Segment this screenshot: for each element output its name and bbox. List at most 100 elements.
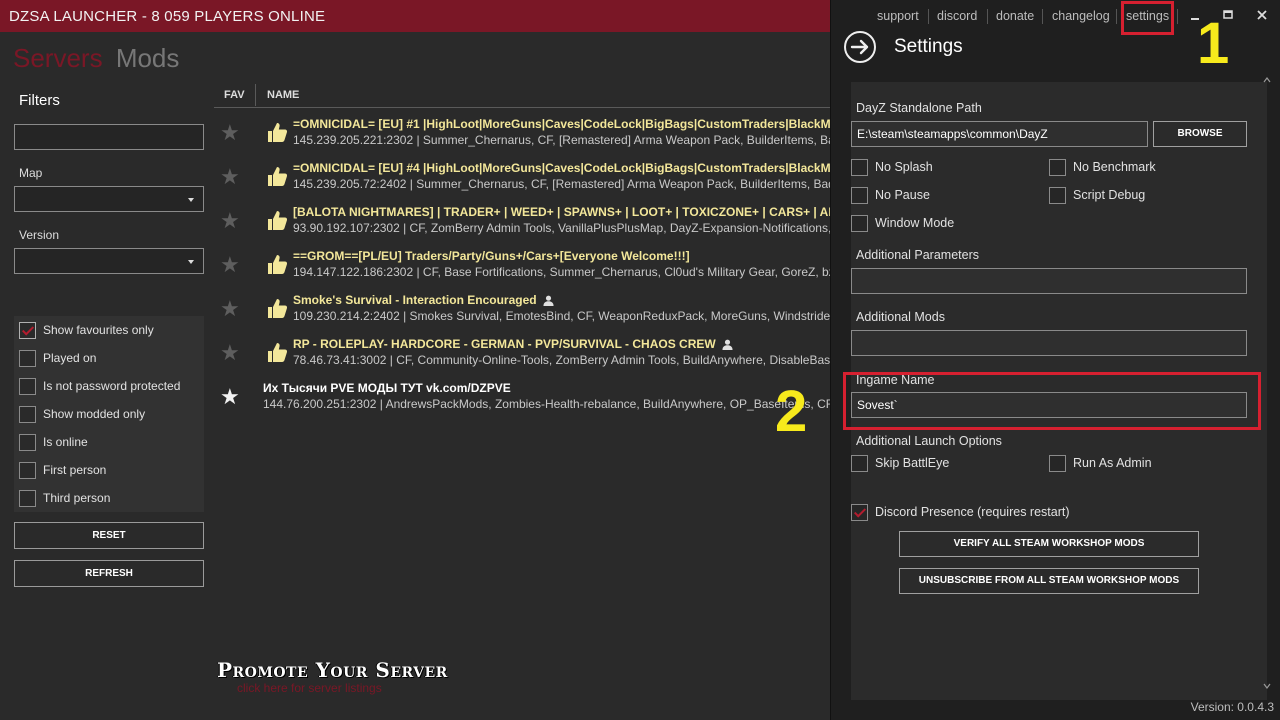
checkbox[interactable] bbox=[1049, 454, 1066, 472]
chevron-down-icon bbox=[188, 260, 194, 264]
server-row[interactable]: ★ [BALOTA NIGHTMARES] | TRADER+ | WEED+ |… bbox=[214, 200, 830, 244]
promote-server-banner[interactable]: Promote Your Server click here for serve… bbox=[217, 658, 448, 695]
checkbox-label: Played on bbox=[43, 351, 97, 365]
checkbox-label: Run As Admin bbox=[1073, 456, 1152, 470]
checkbox[interactable] bbox=[19, 349, 36, 367]
filter-third-person[interactable]: Third person bbox=[19, 489, 110, 507]
nav-changelog[interactable]: changelog bbox=[1052, 9, 1110, 23]
filter-played-on[interactable]: Played on bbox=[19, 349, 96, 367]
checkbox[interactable] bbox=[851, 214, 868, 232]
additional-mods-label: Additional Mods bbox=[856, 310, 945, 324]
server-table-header: FAV NAME bbox=[214, 82, 830, 108]
additional-params-label: Additional Parameters bbox=[856, 248, 979, 262]
checkbox[interactable] bbox=[1049, 186, 1066, 204]
nav-discord[interactable]: discord bbox=[937, 9, 977, 23]
option-script-debug[interactable]: Script Debug bbox=[1049, 186, 1145, 204]
filter-show-modded[interactable]: Show modded only bbox=[19, 405, 145, 423]
filter-is-online[interactable]: Is online bbox=[19, 433, 88, 451]
additional-params-input[interactable] bbox=[851, 268, 1247, 294]
option-window-mode[interactable]: Window Mode bbox=[851, 214, 954, 232]
verify-mods-button[interactable]: VERIFY ALL STEAM WORKSHOP MODS bbox=[899, 531, 1199, 557]
nav-divider bbox=[1177, 9, 1178, 24]
checkbox-label: No Benchmark bbox=[1073, 160, 1156, 174]
server-name: Smoke's Survival - Interaction Encourage… bbox=[293, 293, 537, 307]
option-no-pause[interactable]: No Pause bbox=[851, 186, 930, 204]
server-row[interactable]: ★ RP - ROLEPLAY- HARDCORE - GERMAN - PVP/… bbox=[214, 332, 830, 376]
option-no-splash[interactable]: No Splash bbox=[851, 158, 933, 176]
tab-mods[interactable]: Mods bbox=[116, 43, 180, 73]
unsubscribe-mods-button[interactable]: UNSUBSCRIBE FROM ALL STEAM WORKSHOP MODS bbox=[899, 568, 1199, 594]
server-details: 145.239.205.72:2402 | Summer_Chernarus, … bbox=[293, 177, 830, 191]
checkbox[interactable] bbox=[19, 489, 36, 507]
server-browser-panel: Servers Mods Filters Map Version Show fa… bbox=[0, 32, 830, 720]
filter-checkbox-group: Show favourites only Played on Is not pa… bbox=[14, 316, 204, 512]
favourite-star-icon[interactable]: ★ bbox=[220, 120, 240, 146]
checkbox-label: Show favourites only bbox=[43, 323, 154, 337]
version-select[interactable] bbox=[14, 248, 204, 274]
filter-show-favourites[interactable]: Show favourites only bbox=[19, 321, 154, 339]
favourite-star-icon[interactable]: ★ bbox=[220, 164, 240, 190]
filter-not-password-protected[interactable]: Is not password protected bbox=[19, 377, 180, 395]
checkbox[interactable] bbox=[1049, 158, 1066, 176]
checkbox-checked[interactable] bbox=[19, 321, 36, 339]
checkbox-checked[interactable] bbox=[851, 503, 868, 521]
version-text: Version: 0.0.4.3 bbox=[1190, 700, 1274, 714]
column-fav[interactable]: FAV bbox=[224, 89, 245, 101]
server-row[interactable]: ★ ==GROM==[PL/EU] Traders/Party/Guns+/Car… bbox=[214, 244, 830, 288]
server-details: 93.90.192.107:2302 | CF, ZomBerry Admin … bbox=[293, 221, 830, 235]
thumbs-up-icon bbox=[265, 252, 289, 276]
checkbox[interactable] bbox=[19, 405, 36, 423]
chevron-down-icon bbox=[188, 198, 194, 202]
server-row[interactable]: ★ Smoke's Survival - Interaction Encourag… bbox=[214, 288, 830, 332]
checkbox[interactable] bbox=[851, 454, 868, 472]
checkbox-label: Window Mode bbox=[875, 216, 955, 230]
filter-search-input[interactable] bbox=[14, 124, 204, 150]
filter-first-person[interactable]: First person bbox=[19, 461, 106, 479]
server-name: RP - ROLEPLAY- HARDCORE - GERMAN - PVP/S… bbox=[293, 337, 716, 351]
server-details: 144.76.200.251:2302 | AndrewsPackMods, Z… bbox=[263, 397, 830, 411]
checkbox[interactable] bbox=[851, 158, 868, 176]
nav-support[interactable]: support bbox=[877, 9, 919, 23]
server-name: ==GROM==[PL/EU] Traders/Party/Guns+/Cars… bbox=[293, 249, 690, 263]
favourite-star-icon[interactable]: ★ bbox=[220, 208, 240, 234]
server-name: [BALOTA NIGHTMARES] | TRADER+ | WEED+ | … bbox=[293, 205, 830, 219]
option-no-benchmark[interactable]: No Benchmark bbox=[1049, 158, 1156, 176]
option-run-as-admin[interactable]: Run As Admin bbox=[1049, 454, 1152, 472]
column-name[interactable]: NAME bbox=[267, 89, 299, 101]
tab-servers[interactable]: Servers bbox=[13, 43, 103, 73]
map-select[interactable] bbox=[14, 186, 204, 212]
server-row[interactable]: ★ =OMNICIDAL= [EU] #4 |HighLoot|MoreGuns|… bbox=[214, 156, 830, 200]
favourite-star-icon[interactable]: ★ bbox=[220, 384, 240, 410]
promote-subtitle[interactable]: click here for server listings bbox=[237, 681, 382, 695]
server-row[interactable]: ★ Их Тысячи PVE МОДЫ ТУТ vk.com/DZPVE 144.… bbox=[214, 376, 830, 420]
favourite-star-icon[interactable]: ★ bbox=[220, 340, 240, 366]
option-discord-presence[interactable]: Discord Presence (requires restart) bbox=[851, 503, 1070, 521]
reset-button[interactable]: RESET bbox=[14, 522, 204, 549]
checkbox[interactable] bbox=[851, 186, 868, 204]
checkbox-label: No Splash bbox=[875, 160, 933, 174]
nav-divider bbox=[1116, 9, 1117, 24]
version-label: Version bbox=[19, 228, 60, 242]
checkbox[interactable] bbox=[19, 433, 36, 451]
settings-scrollbar[interactable] bbox=[1261, 36, 1273, 696]
path-input[interactable]: E:\steam\steamapps\common\DayZ bbox=[851, 121, 1148, 147]
promote-title: Promote Your Server bbox=[217, 658, 448, 682]
launch-options-label: Additional Launch Options bbox=[856, 434, 1002, 448]
step-number-one: 1 bbox=[1197, 11, 1230, 76]
checkbox[interactable] bbox=[19, 377, 36, 395]
option-skip-battleye[interactable]: Skip BattlEye bbox=[851, 454, 949, 472]
checkbox-label: Discord Presence (requires restart) bbox=[875, 505, 1070, 519]
checkbox[interactable] bbox=[19, 461, 36, 479]
server-details: 145.239.205.221:2302 | Summer_Chernarus,… bbox=[293, 133, 830, 147]
back-arrow-icon[interactable] bbox=[843, 30, 877, 64]
nav-donate[interactable]: donate bbox=[996, 9, 1034, 23]
server-row[interactable]: ★ =OMNICIDAL= [EU] #1 |HighLoot|MoreGuns|… bbox=[214, 112, 830, 156]
browse-button[interactable]: BROWSE bbox=[1153, 121, 1247, 147]
additional-mods-input[interactable] bbox=[851, 330, 1247, 356]
server-name: =OMNICIDAL= [EU] #4 |HighLoot|MoreGuns|C… bbox=[293, 161, 830, 175]
thumbs-up-icon bbox=[265, 120, 289, 144]
favourite-star-icon[interactable]: ★ bbox=[220, 252, 240, 278]
close-icon[interactable] bbox=[1253, 6, 1271, 24]
refresh-button[interactable]: REFRESH bbox=[14, 560, 204, 587]
favourite-star-icon[interactable]: ★ bbox=[220, 296, 240, 322]
